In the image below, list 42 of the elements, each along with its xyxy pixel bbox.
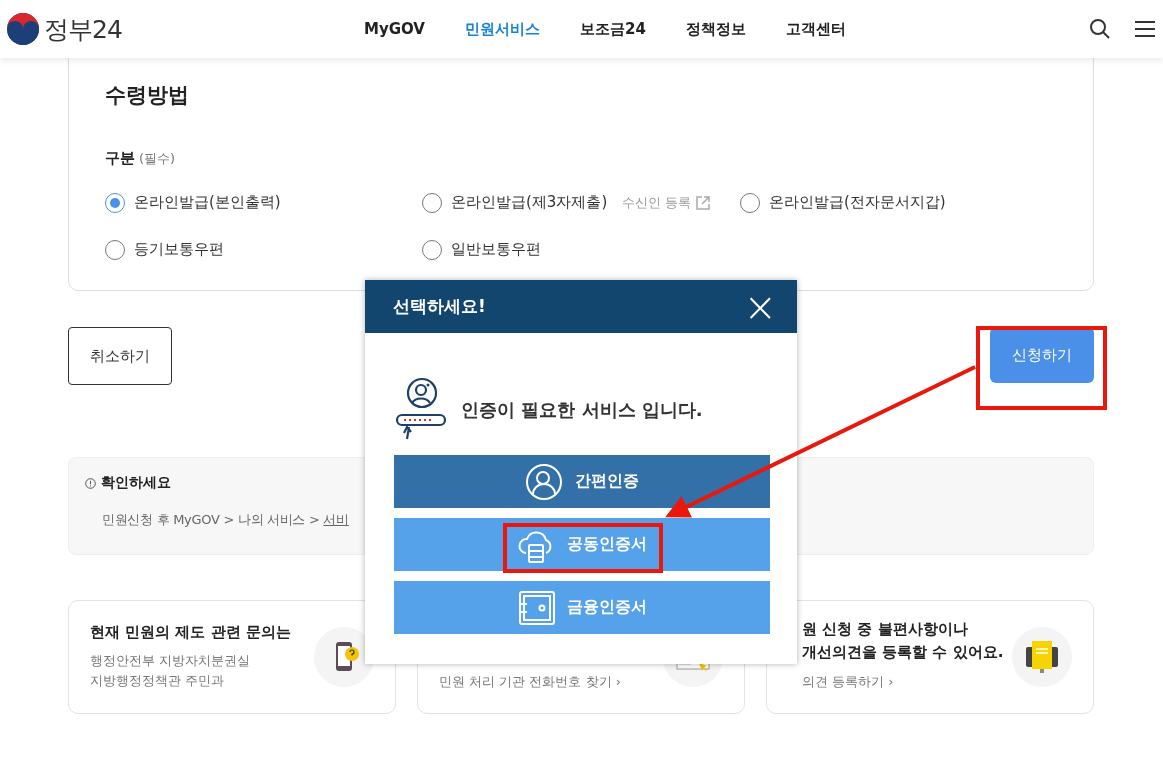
option-label[interactable]: 일반보통우편: [451, 240, 541, 259]
nav-item[interactable]: 보조금24: [580, 19, 646, 39]
section-title: 수령방법: [105, 82, 190, 109]
nav-item[interactable]: 정책정보: [685, 19, 746, 39]
simple-auth-icon: [525, 462, 563, 501]
card-description: 행정안전부 지방자치분권실: [90, 652, 252, 670]
radio-button[interactable]: [422, 239, 442, 260]
field-label: 구분: [105, 149, 135, 168]
notice-title: 확인하세요: [101, 474, 171, 492]
card-title: 원 신청 중 불편사항이나: [802, 619, 969, 640]
nav-item[interactable]: 민원서비스: [465, 19, 540, 39]
card-title: 개선의견을 등록할 수 있어요.: [802, 642, 1004, 663]
option-label[interactable]: 온라인발급(제3자제출): [451, 193, 608, 212]
card-link[interactable]: 민원 처리 기관 전화번호 찾기 ›: [439, 674, 621, 689]
radio-button[interactable]: [740, 192, 760, 213]
nav-item[interactable]: 고객센터: [785, 19, 846, 39]
monitor-icon: [1012, 627, 1072, 687]
notice-link[interactable]: 서비: [323, 512, 349, 527]
cancel-button[interactable]: 취소하기: [68, 327, 172, 385]
auth-option[interactable]: 간편인증: [394, 455, 770, 508]
close-button[interactable]: ×: [743, 286, 777, 327]
dialog-message: 인증이 필요한 서비스 입니다.: [461, 398, 703, 422]
dialog-title: 선택하세요!: [393, 295, 486, 318]
option-label[interactable]: 등기보통우편: [134, 240, 224, 259]
card-title: 현재 민원의 제도 관련 문의는: [90, 622, 291, 643]
option-label[interactable]: 온라인발급(전자문서지갑): [769, 193, 946, 212]
info-icon: [85, 477, 96, 489]
logo[interactable]: 정부24: [6, 12, 124, 46]
menu-icon[interactable]: [1135, 20, 1155, 38]
search-icon[interactable]: [1089, 18, 1111, 40]
card-description: 지방행정정책관 주민과: [90, 672, 226, 690]
nav-item[interactable]: MyGOV: [364, 19, 425, 39]
external-link-icon: [696, 195, 711, 210]
radio-button[interactable]: [105, 192, 125, 213]
radio-button[interactable]: [422, 192, 442, 213]
emblem-icon: [6, 12, 40, 46]
notice-text: 민원신청 후 MyGOV > 나의 서비스 > 서비: [102, 511, 350, 529]
option-label[interactable]: 온라인발급(본인출력): [134, 193, 281, 212]
radio-button[interactable]: [105, 239, 125, 260]
card-link[interactable]: 의견 등록하기 ›: [802, 674, 894, 689]
safe-icon: [517, 588, 555, 627]
required-note: (필수): [139, 150, 176, 168]
